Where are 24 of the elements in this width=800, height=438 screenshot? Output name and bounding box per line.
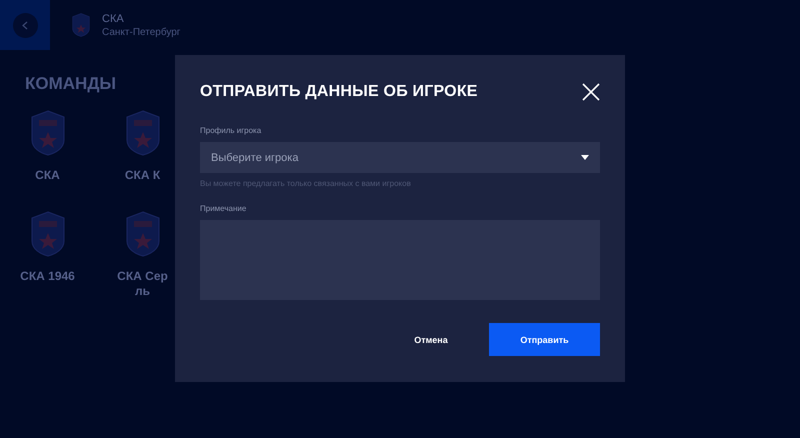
team-label[interactable]: СКА Сер [117, 269, 168, 284]
team-city: Санкт-Петербург [102, 26, 180, 38]
caret-icon [581, 155, 589, 160]
submit-button[interactable]: Отправить [489, 323, 600, 356]
close-icon [582, 83, 600, 101]
field-label: Профиль игрока [200, 126, 262, 135]
field-label: Примечание [200, 204, 248, 213]
shield-logo-icon [126, 110, 160, 156]
dialog-title: ОТПРАВИТЬ ДАННЫЕ ОБ ИГРОКЕ [200, 83, 478, 101]
shield-logo-icon [30, 110, 64, 156]
shield-logo-icon [30, 211, 64, 257]
back-button[interactable] [12, 12, 38, 38]
team-name: СКА [102, 12, 125, 24]
team-label[interactable]: ль [134, 284, 150, 299]
player-select[interactable]: Выберите игрока [200, 142, 600, 173]
cancel-button[interactable]: Отмена [379, 323, 483, 356]
team-label[interactable]: СКА [35, 168, 60, 183]
team-label[interactable]: СКА К [124, 168, 160, 183]
team-label[interactable]: СКА 1946 [20, 269, 75, 284]
section-title: КОМАНДЫ [25, 74, 116, 94]
chevron-left-icon [22, 20, 28, 30]
shield-logo-icon [126, 211, 160, 257]
close-button[interactable] [582, 83, 600, 101]
shield-logo-icon [72, 13, 90, 37]
